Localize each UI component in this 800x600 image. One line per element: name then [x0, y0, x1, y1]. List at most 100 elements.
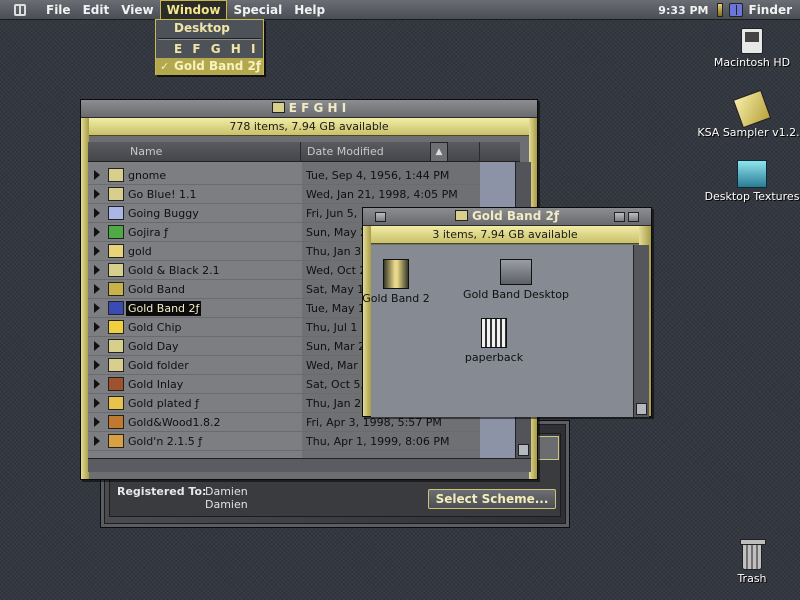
row-date-modified: Sat, Oct 5, — [306, 378, 365, 391]
disclosure-triangle-icon[interactable] — [94, 341, 100, 351]
gold-band-window: Gold Band 2ƒ 3 items, 7.94 GB available … — [362, 207, 652, 417]
icon-label: paperback — [464, 351, 524, 364]
folder-icon — [108, 320, 124, 334]
menu-bar-right: 9:33 PM Finder — [658, 0, 800, 20]
menu-special[interactable]: Special — [227, 0, 288, 20]
scheme-button-fragment[interactable] — [537, 436, 559, 460]
menu-file[interactable]: File — [40, 0, 77, 20]
desktop-icon-label: Desktop Textures — [704, 190, 800, 203]
window-menu-item-gold-band[interactable]: ✓ Gold Band 2ƒ — [156, 58, 263, 75]
column-header-name[interactable]: Name — [88, 142, 301, 162]
file-icon-paperback[interactable]: paperback — [439, 318, 549, 364]
table-row[interactable]: Gold'n 2.1.5 ƒ Thu, Apr 1, 1999, 8:06 PM — [88, 432, 480, 451]
collapse-box-icon[interactable] — [628, 212, 639, 222]
disclosure-triangle-icon[interactable] — [94, 322, 100, 332]
row-date-modified: Fri, Jun 5, — [306, 207, 358, 220]
folder-icon — [108, 282, 124, 296]
menu-view[interactable]: View — [115, 0, 159, 20]
finder-icon[interactable] — [728, 3, 743, 17]
menu-edit[interactable]: Edit — [77, 0, 116, 20]
row-date-modified: Wed, Mar 1 — [306, 359, 369, 372]
desktop-icon-trash[interactable]: Trash — [697, 539, 800, 585]
row-date-modified: Tue, Sep 4, 1956, 1:44 PM — [306, 169, 450, 182]
apple-menu[interactable] — [0, 0, 40, 20]
table-row[interactable]: Go Blue! 1.1 Wed, Jan 21, 1998, 4:05 PM — [88, 185, 480, 204]
folder-icon — [737, 160, 767, 188]
folder-icon — [108, 263, 124, 277]
menu-clock[interactable]: 9:33 PM — [658, 4, 708, 17]
folder-icon — [108, 396, 124, 410]
sort-direction-button[interactable]: ▲ — [430, 142, 448, 162]
folder-icon — [108, 415, 124, 429]
registered-to-label: Registered To: — [117, 485, 207, 498]
disclosure-triangle-icon[interactable] — [94, 189, 100, 199]
select-scheme-button[interactable]: Select Scheme... — [428, 489, 556, 509]
desktop-icon-desktop-textures[interactable]: Desktop Textures — [697, 160, 800, 203]
file-icon-gold-band-2[interactable]: Gold Band 2 — [341, 259, 451, 305]
window-menu-item-desktop[interactable]: Desktop — [156, 20, 263, 37]
row-date-modified: Thu, Jan 2 — [306, 397, 362, 410]
folder-icon — [108, 225, 124, 239]
table-row[interactable]: gnome Tue, Sep 4, 1956, 1:44 PM — [88, 166, 480, 185]
efghi-title-bar[interactable]: E F G H I — [81, 100, 537, 118]
scroll-down-button[interactable] — [636, 403, 647, 415]
book-icon — [481, 318, 507, 348]
scroll-down-button[interactable] — [518, 444, 529, 456]
icon-view: Gold Band 2 Gold Band Desktop paperback — [362, 245, 633, 417]
zoom-box-icon[interactable] — [614, 212, 625, 222]
hard-disk-icon — [741, 28, 763, 54]
desktop-icon-label: Trash — [737, 572, 767, 585]
disclosure-triangle-icon[interactable] — [94, 303, 100, 313]
row-name: Gold plated ƒ — [128, 397, 200, 410]
row-name: Go Blue! 1.1 — [128, 188, 197, 201]
disclosure-triangle-icon[interactable] — [94, 417, 100, 427]
gold-band-vertical-scrollbar[interactable] — [633, 245, 649, 417]
window-menu-dropdown: Desktop E F G H I ✓ Gold Band 2ƒ — [155, 19, 264, 75]
folder-icon — [108, 187, 124, 201]
disclosure-triangle-icon[interactable] — [94, 265, 100, 275]
window-info-bar: 3 items, 7.94 GB available — [371, 226, 639, 244]
folder-icon — [108, 434, 124, 448]
row-name: Gold folder — [128, 359, 189, 372]
gold-band-title-bar[interactable]: Gold Band 2ƒ — [363, 208, 651, 226]
apple-logo-icon — [14, 3, 26, 16]
window-menu-item-efghi[interactable]: E F G H I — [156, 41, 263, 58]
row-name: gold — [128, 245, 152, 258]
row-date-modified: Sun, May 2 — [306, 226, 368, 239]
desktop-icon-ksa-sampler[interactable]: KSA Sampler v1.2.1 — [697, 89, 800, 139]
window-menu-item-label: Gold Band 2ƒ — [174, 59, 262, 73]
row-date-modified: Thu, Jul 1 — [306, 321, 358, 334]
desktop-icon-macintosh-hd[interactable]: Macintosh HD — [697, 28, 800, 69]
window-title: Gold Band 2ƒ — [471, 209, 560, 223]
row-name: Going Buggy — [128, 207, 199, 220]
disclosure-triangle-icon[interactable] — [94, 436, 100, 446]
folder-icon — [108, 358, 124, 372]
column-header-date-modified[interactable]: Date Modified — [301, 142, 480, 162]
desktop-icon-label: Macintosh HD — [713, 56, 791, 69]
row-name: Gold Day — [128, 340, 179, 353]
efghi-horizontal-scrollbar[interactable] — [88, 458, 531, 472]
disclosure-triangle-icon[interactable] — [94, 360, 100, 370]
row-name: Gojira ƒ — [128, 226, 168, 239]
row-name: Gold&Wood1.8.2 — [128, 416, 221, 429]
application-menu[interactable]: Finder — [749, 3, 793, 17]
desktop-picture-icon — [500, 259, 532, 285]
row-name: Gold'n 2.1.5 ƒ — [128, 435, 203, 448]
window-frame-left — [363, 226, 371, 416]
control-strip-icon[interactable] — [716, 3, 723, 17]
registered-organization: Damien — [205, 498, 248, 511]
row-date-modified: Sun, Mar 2 — [306, 340, 366, 353]
folder-icon — [108, 301, 124, 315]
disclosure-triangle-icon[interactable] — [94, 227, 100, 237]
disclosure-triangle-icon[interactable] — [94, 246, 100, 256]
disclosure-triangle-icon[interactable] — [94, 379, 100, 389]
row-date-modified: Thu, Apr 1, 1999, 8:06 PM — [306, 435, 450, 448]
disclosure-triangle-icon[interactable] — [94, 208, 100, 218]
desktop-icon-label: KSA Sampler v1.2.1 — [697, 126, 800, 139]
menu-help[interactable]: Help — [288, 0, 331, 20]
file-icon-gold-band-desktop[interactable]: Gold Band Desktop — [461, 259, 571, 301]
disclosure-triangle-icon[interactable] — [94, 284, 100, 294]
disclosure-triangle-icon[interactable] — [94, 170, 100, 180]
menu-window[interactable]: Window — [159, 0, 228, 20]
disclosure-triangle-icon[interactable] — [94, 398, 100, 408]
